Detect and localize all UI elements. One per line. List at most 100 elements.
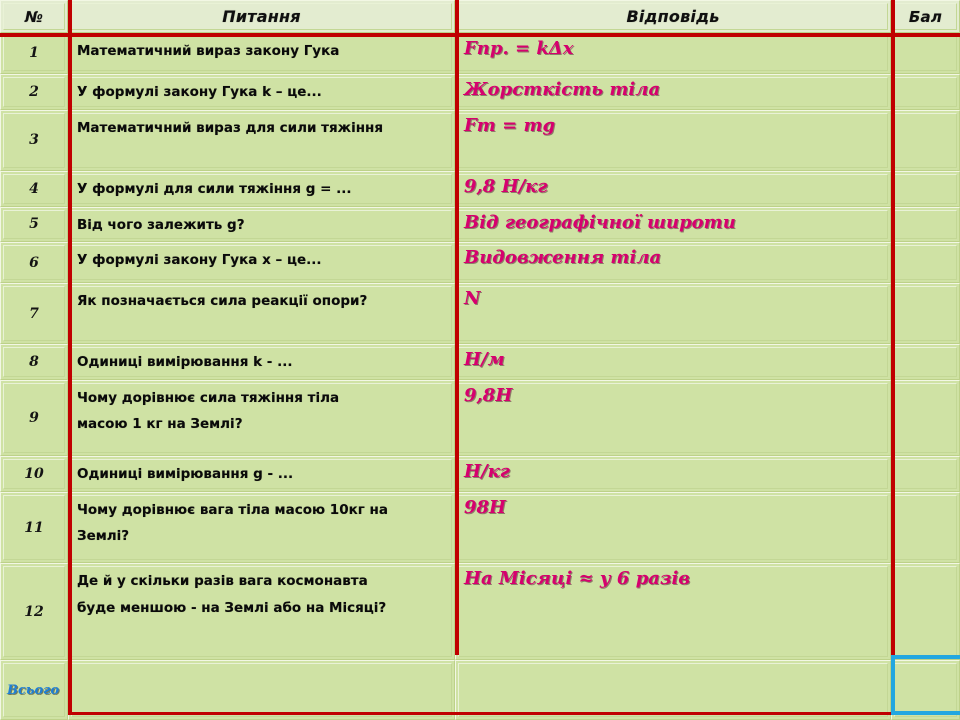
row-number: 11 [24,519,44,536]
score-cell[interactable] [891,492,960,564]
question-line: У формулі для сили тяжіння g = ... [77,180,352,197]
header-cell-number: № [0,0,68,33]
question-line: У формулі закону Гука k – це... [77,83,322,100]
row-number-cell: 1 [0,33,68,74]
question-line: Математичний вираз для сили тяжіння [77,119,384,136]
worksheet-table-page: № Питання Відповідь Бал 1 Математичний ви… [0,0,960,720]
table-row: 6 У формулі закону Гука х – це... Видовжен… [0,242,960,284]
question-cell: Чому дорівнює вага тіла масою 10кг на Зем… [68,492,455,564]
question-cell: Математичний вираз закону Гука [68,33,455,74]
table-row: 4 У формулі для сили тяжіння g = ... 9,8 Н… [0,170,960,207]
table-body: 1 Математичний вираз закону Гука Fпр. = kΔ… [0,33,960,660]
answer-text: Від географічної широти [464,211,736,233]
question-line: буде меншою - на Землі або на Місяці? [77,599,387,616]
question-line: Де й у скільки разів вага космонавта [77,573,368,590]
question-line: Як позначається сила реакції опори? [77,293,368,310]
score-cell[interactable] [891,206,960,243]
row-number: 12 [24,603,44,620]
table-row: 12 Де й у скільки разів вага космонавта бу… [0,563,960,660]
question-line: У формулі закону Гука х – це... [77,252,322,269]
question-line: Чому дорівнює сила тяжіння тіла [77,390,340,406]
question-line: Одиниці вимірювання g - ... [77,466,294,483]
answer-cell: Жорсткість тіла [455,73,891,110]
score-cell[interactable] [891,73,960,110]
score-cell[interactable] [891,33,960,74]
score-cell[interactable] [891,563,960,660]
question-cell: Одиниці вимірювання k - ... [68,344,455,380]
score-cell[interactable] [891,109,960,171]
question-text: Чому дорівнює сила тяжіння тіла масою 1 к… [77,385,339,438]
question-line: Від чого залежить g? [77,216,245,233]
row-number: 1 [29,45,39,62]
answer-text: Жорсткість тіла [464,78,661,100]
table-row: 5 Від чого залежить g? Від географічної ши… [0,206,960,243]
question-text: Математичний вираз закону Гука [77,38,339,64]
answer-text: 9,8Н [464,385,513,406]
totals-answer-cell [455,660,891,720]
answer-cell: На Місяці ≈ у 6 разів [455,563,891,660]
answer-cell: Від географічної широти [455,206,891,243]
question-line: масою 1 кг на Землі? [77,416,243,433]
answer-cell: Fпр. = kΔx [455,33,891,74]
header-label-score: Бал [908,7,943,26]
header-cell-score: Бал [891,0,960,33]
answer-text: 9,8 Н/кг [464,175,548,197]
question-line: Одиниці вимірювання k - ... [77,354,293,371]
header-cell-question: Питання [68,0,455,33]
answer-cell: Fт = mg [455,109,891,171]
table-row: 9 Чому дорівнює сила тяжіння тіла масою 1 … [0,380,960,457]
score-cell[interactable] [891,380,960,457]
row-number: 9 [29,410,39,427]
table-row: 7 Як позначається сила реакції опори? N [0,283,960,345]
score-cell[interactable] [891,283,960,345]
assessment-table: № Питання Відповідь Бал 1 Математичний ви… [0,0,960,720]
answer-text: Н/м [464,349,505,371]
totals-score-cell[interactable] [891,660,960,720]
answer-text: На Місяці ≈ у 6 разів [464,568,691,590]
question-cell: Де й у скільки разів вага космонавта буде… [68,563,455,660]
answer-text: Fт = mg [464,114,556,136]
answer-cell: 9,8 Н/кг [455,170,891,207]
row-number: 2 [29,83,39,100]
score-cell[interactable] [891,170,960,207]
table-row: 1 Математичний вираз закону Гука Fпр. = kΔ… [0,33,960,74]
row-number: 4 [29,180,39,197]
question-text: Одиниці вимірювання k - ... [77,349,292,375]
row-number-cell: 4 [0,170,68,207]
answer-text: Видовження тіла [464,247,662,269]
row-number-cell: 10 [0,456,68,493]
row-number-cell: 2 [0,73,68,110]
totals-label-cell: Всього [0,660,68,720]
row-number: 8 [29,354,39,371]
question-line: Землі? [77,528,130,545]
answer-cell: Видовження тіла [455,242,891,284]
question-text: Як позначається сила реакції опори? [77,288,367,314]
table-row: 11 Чому дорівнює вага тіла масою 10кг на З… [0,492,960,564]
question-line: Чому дорівнює вага тіла масою 10кг на [77,502,388,519]
row-number: 7 [29,305,39,322]
question-cell: Чому дорівнює сила тяжіння тіла масою 1 к… [68,380,455,457]
totals-question-cell [68,660,455,720]
question-text: Від чого залежить g? [77,212,245,238]
totals-row: Всього [0,660,960,720]
answer-text: N [464,288,481,310]
score-cell[interactable] [891,344,960,380]
answer-cell: 98Н [455,492,891,564]
row-number-cell: 8 [0,344,68,380]
question-text: Математичний вираз для сили тяжіння [77,115,383,141]
row-number-cell: 12 [0,563,68,660]
question-cell: У формулі для сили тяжіння g = ... [68,170,455,207]
table-row: 8 Одиниці вимірювання k - ... Н/м [0,344,960,380]
question-text: Де й у скільки разів вага космонавта буде… [77,568,386,621]
table-row: 3 Математичний вираз для сили тяжіння Fт =… [0,109,960,171]
score-cell[interactable] [891,456,960,493]
row-number-cell: 5 [0,206,68,243]
question-text: Чому дорівнює вага тіла масою 10кг на Зем… [77,497,388,550]
answer-text: Н/кг [464,461,510,483]
answer-text: Fпр. = kΔx [464,38,574,59]
row-number-cell: 7 [0,283,68,345]
score-cell[interactable] [891,242,960,284]
question-line: Математичний вираз закону Гука [77,43,340,59]
row-number: 5 [29,216,39,233]
row-number-cell: 11 [0,492,68,564]
